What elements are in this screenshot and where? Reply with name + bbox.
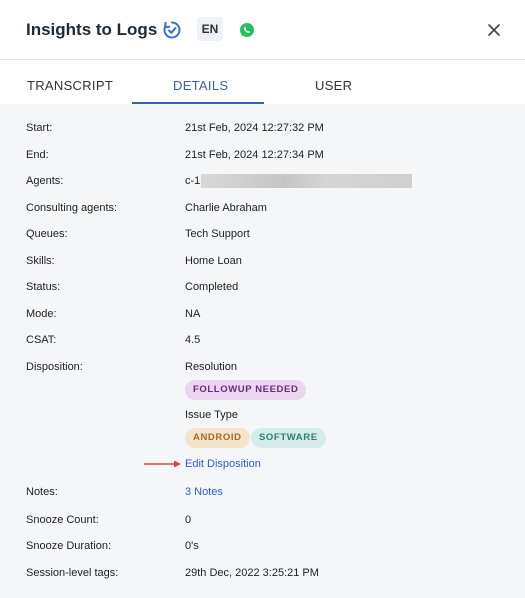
queues-value: Tech Support — [185, 228, 250, 240]
tab-user[interactable]: USER — [315, 78, 352, 93]
start-label: Start: — [26, 122, 53, 134]
end-value: 21st Feb, 2024 12:27:34 PM — [185, 149, 324, 161]
status-label: Status: — [26, 281, 61, 293]
agents-label: Agents: — [26, 175, 64, 187]
skills-label: Skills: — [26, 255, 55, 267]
consulting-agents-value: Charlie Abraham — [185, 202, 267, 214]
refresh-check-icon[interactable] — [162, 20, 182, 40]
whatsapp-icon — [240, 23, 254, 37]
details-panel: Start: 21st Feb, 2024 12:27:32 PM End: 2… — [0, 104, 525, 598]
skills-value: Home Loan — [185, 255, 242, 267]
mode-value: NA — [185, 308, 201, 320]
language-badge[interactable]: EN — [197, 17, 223, 41]
notes-label: Notes: — [26, 486, 58, 498]
session-tags-label: Session-level tags: — [26, 567, 119, 579]
snooze-duration-value: 0's — [185, 540, 199, 552]
tab-transcript[interactable]: TRANSCRIPT — [27, 78, 113, 93]
csat-label: CSAT: — [26, 334, 57, 346]
agents-value: c-1 — [185, 175, 201, 187]
csat-value: 4.5 — [185, 334, 201, 346]
snooze-count-value: 0 — [185, 514, 192, 526]
dialog-title: Insights to Logs — [26, 20, 158, 39]
snooze-duration-label: Snooze Duration: — [26, 540, 111, 552]
snooze-count-label: Snooze Count: — [26, 514, 99, 526]
dialog-header: Insights to Logs EN — [0, 0, 525, 60]
resolution-heading: Resolution — [185, 361, 237, 373]
end-label: End: — [26, 149, 49, 161]
tab-bar: TRANSCRIPT DETAILS USER — [0, 60, 525, 104]
consulting-agents-label: Consulting agents: — [26, 202, 118, 214]
queues-label: Queues: — [26, 228, 68, 240]
disposition-tag: SOFTWARE — [251, 428, 326, 448]
close-icon[interactable] — [486, 22, 502, 38]
arrow-right-icon — [144, 460, 181, 468]
issue-type-heading: Issue Type — [185, 409, 238, 421]
start-value: 21st Feb, 2024 12:27:32 PM — [185, 122, 324, 134]
disposition-tag: ANDROID — [185, 428, 250, 448]
notes-link[interactable]: 3 Notes — [185, 486, 223, 498]
disposition-label: Disposition: — [26, 361, 83, 373]
redacted-agent-name — [201, 174, 412, 188]
disposition-tag: FOLLOWUP NEEDED — [185, 380, 307, 400]
tab-details[interactable]: DETAILS — [173, 78, 228, 93]
edit-disposition-link[interactable]: Edit Disposition — [185, 458, 261, 470]
session-tags-value: 29th Dec, 2022 3:25:21 PM — [185, 567, 319, 579]
mode-label: Mode: — [26, 308, 57, 320]
status-value: Completed — [185, 281, 239, 293]
